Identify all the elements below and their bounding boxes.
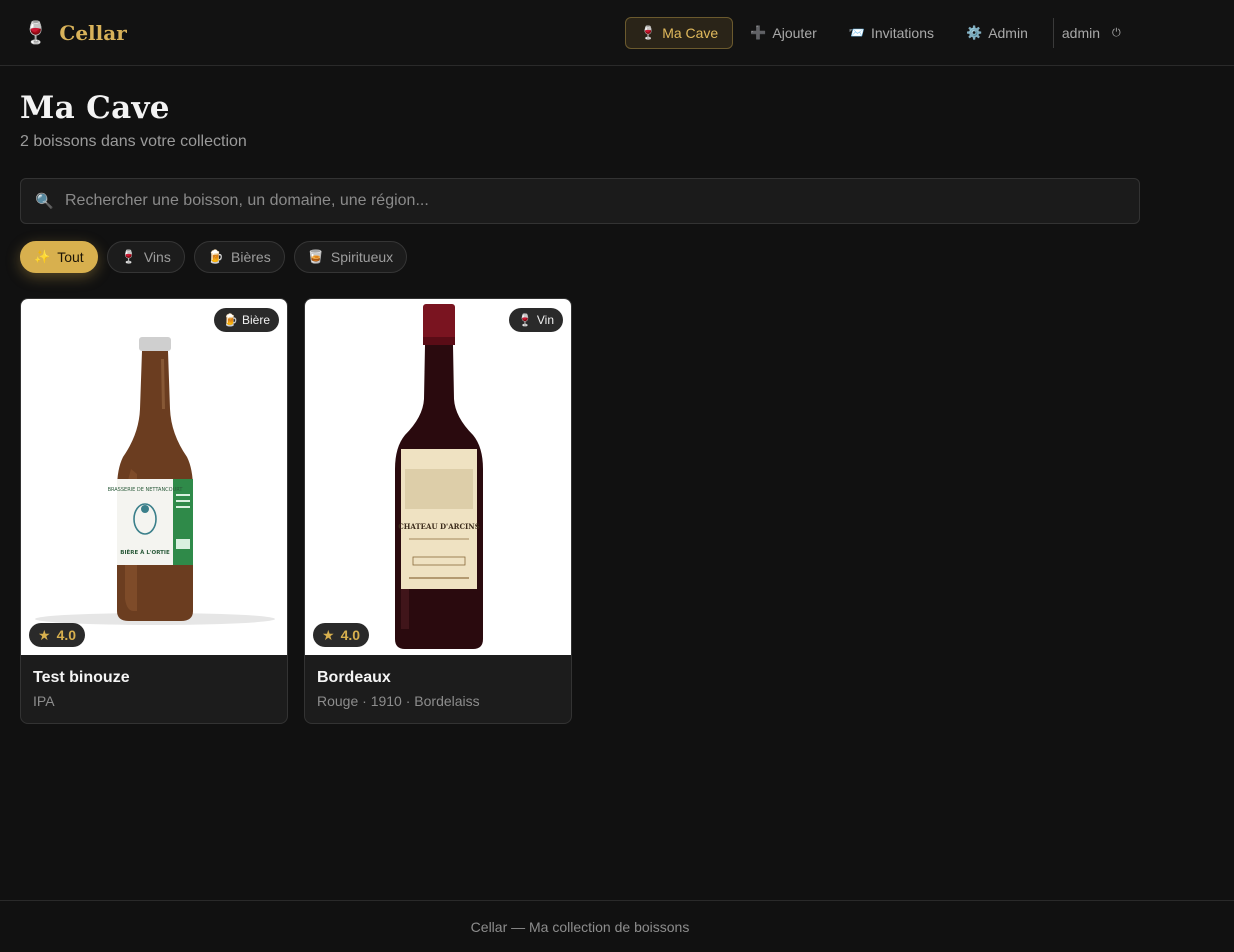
filter-beers[interactable]: 🍺 Bières: [193, 241, 285, 273]
star-icon: ★: [322, 626, 335, 643]
main-nav: 🍷 Ma Cave ➕ Ajouter 📨 Invitations ⚙️ Adm…: [625, 17, 1127, 49]
nav-my-cellar-label: Ma Cave: [662, 25, 719, 41]
nav-invitations-label: Invitations: [870, 25, 934, 41]
drink-type-label: Vin: [536, 313, 554, 327]
nav-divider: [1052, 18, 1054, 48]
current-user: admin: [1061, 25, 1101, 41]
star-icon: ★: [38, 626, 51, 643]
rating-badge: ★ 4.0: [313, 623, 370, 647]
drink-details: Rouge · 1910 · Bordelaiss: [317, 693, 480, 709]
filter-beers-label: Bières: [231, 249, 271, 265]
drink-type-badge: 🍷 Vin: [508, 308, 563, 332]
wine-glass-icon: 🍷: [640, 25, 657, 40]
page-footer: Cellar — Ma collection de boissons: [0, 900, 1234, 952]
drink-name: Bordeaux: [317, 669, 391, 686]
nav-add[interactable]: ➕ Ajouter: [735, 17, 832, 49]
plus-icon: ➕: [750, 25, 767, 40]
logout-icon[interactable]: ⏻: [1106, 27, 1127, 40]
drink-card[interactable]: CHATEAU D'ARCINS 🍷 Vin ★ 4.0 Bordeaux Ro…: [304, 298, 572, 724]
brand-logo-link[interactable]: 🍷 Cellar: [22, 18, 127, 48]
svg-text:BRASSERIE DE NETTANCOURT: BRASSERIE DE NETTANCOURT: [108, 487, 184, 493]
rating-value: 4.0: [340, 627, 361, 643]
nav-my-cellar[interactable]: 🍷 Ma Cave: [625, 17, 734, 49]
wine-glass-icon: 🍷: [120, 249, 137, 264]
filter-wines[interactable]: 🍷 Vins: [106, 241, 185, 273]
bottle-label-text: CHATEAU D'ARCINS: [398, 522, 480, 531]
filter-all-label: Tout: [57, 249, 84, 265]
drink-card[interactable]: BRASSERIE DE NETTANCOURT BIÈRE À L'ORTIE…: [20, 298, 288, 724]
sparkles-icon: ✨: [34, 249, 51, 264]
beer-mug-icon: 🍺: [207, 249, 225, 264]
wine-bottle-image: CHATEAU D'ARCINS: [395, 304, 483, 649]
search-input[interactable]: [65, 179, 1139, 223]
category-filters: ✨ Tout 🍷 Vins 🍺 Bières 🥃 Spiritueux: [20, 241, 408, 273]
nav-admin-label: Admin: [988, 25, 1028, 41]
bottle-label-text: BIÈRE À L'ORTIE: [120, 548, 170, 556]
tumbler-glass-icon: 🥃: [307, 249, 324, 264]
beer-bottle-image: BRASSERIE DE NETTANCOURT BIÈRE À L'ORTIE: [35, 337, 275, 625]
rating-value: 4.0: [56, 627, 77, 643]
nav-add-label: Ajouter: [772, 25, 817, 41]
drink-type-badge: 🍺 Bière: [214, 308, 279, 332]
wine-glass-icon: 🍷: [22, 20, 50, 45]
search-icon: 🔍: [35, 193, 54, 210]
nav-admin[interactable]: ⚙️ Admin: [951, 17, 1043, 49]
drink-photo: CHATEAU D'ARCINS: [305, 299, 571, 655]
nav-invitations[interactable]: 📨 Invitations: [834, 17, 949, 49]
filter-spirits-label: Spiritueux: [330, 249, 394, 265]
gear-icon: ⚙️: [966, 25, 983, 40]
page-title: Ma Cave: [20, 90, 170, 126]
footer-text: Cellar — Ma collection de boissons: [470, 918, 690, 935]
filter-spirits[interactable]: 🥃 Spiritueux: [293, 241, 408, 273]
beer-mug-icon: 🍺: [223, 313, 238, 327]
top-navbar: 🍷 Cellar 🍷 Ma Cave ➕ Ajouter 📨 Invitatio…: [0, 0, 1234, 66]
collection-count: 2 boissons dans votre collection: [20, 133, 247, 150]
filter-wines-label: Vins: [143, 249, 171, 265]
drink-name: Test binouze: [33, 669, 130, 686]
rating-badge: ★ 4.0: [29, 623, 86, 647]
envelope-icon: 📨: [848, 25, 865, 40]
drink-type-label: Bière: [241, 313, 270, 327]
drink-details: IPA: [33, 693, 55, 709]
drink-photo: BRASSERIE DE NETTANCOURT BIÈRE À L'ORTIE: [21, 299, 287, 655]
search-bar: 🔍: [20, 178, 1140, 224]
app-name: Cellar: [59, 21, 127, 45]
filter-all[interactable]: ✨ Tout: [20, 241, 98, 273]
wine-glass-icon: 🍷: [517, 313, 533, 327]
